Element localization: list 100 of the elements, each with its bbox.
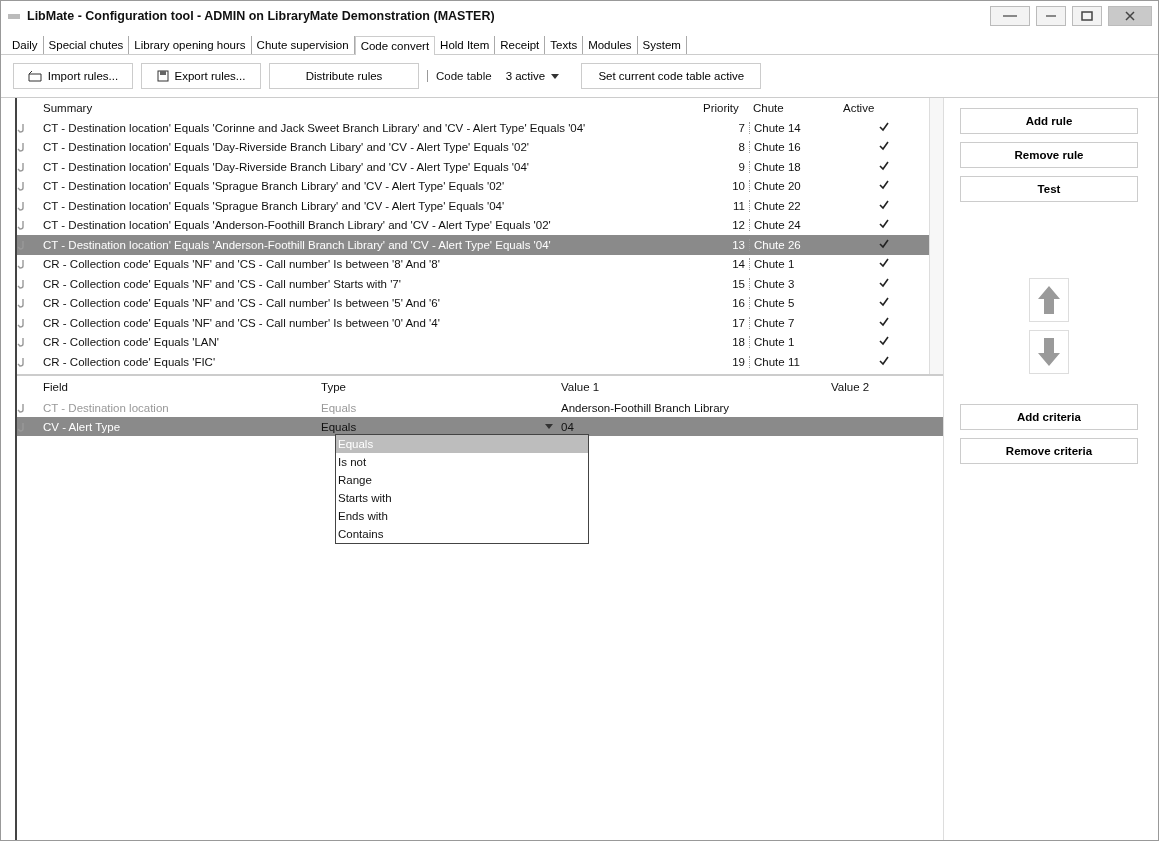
- tab[interactable]: Chute supervision: [251, 36, 355, 54]
- table-cell-text: 13: [731, 238, 746, 251]
- check-icon: [879, 160, 889, 171]
- criteria-button[interactable]: Add criteria: [960, 404, 1138, 430]
- dash-icon: [1003, 15, 1017, 17]
- table-cell-text: 17: [731, 316, 746, 329]
- table-cell: Chute 24: [749, 219, 839, 232]
- table-cell-text: CR - Collection code' Equals 'NF' and 'CS - Call number' Starts with '7': [42, 277, 402, 290]
- table-cell: Chute 22: [749, 199, 839, 212]
- tab[interactable]: Special chutes: [43, 36, 130, 54]
- table-cell-text: CT - Destination location' Equals 'Anderson-Foothill Branch Library' and 'CV - Alert Type' Equals '02': [42, 219, 552, 232]
- hook-icon: [17, 278, 25, 289]
- hook-icon: [17, 161, 25, 172]
- table-cell: Chute 16: [749, 141, 839, 154]
- table-cell-text: Anderson-Foothill Branch Library: [560, 401, 731, 414]
- table-cell-text: 15: [731, 277, 746, 290]
- tab[interactable]: Texts: [545, 36, 584, 54]
- window-title: LibMate - Configuration tool - ADMIN on LibraryMate Demonstration (MASTER): [27, 9, 496, 23]
- scrollbar[interactable]: [929, 98, 943, 374]
- move-up-button[interactable]: [1029, 278, 1069, 322]
- hook-icon: [17, 259, 25, 270]
- help-button[interactable]: [990, 6, 1030, 26]
- table-cell-text: 18: [731, 336, 746, 349]
- tab[interactable]: System: [637, 36, 687, 54]
- tab[interactable]: Receipt: [495, 36, 546, 54]
- minimize-button[interactable]: [1036, 6, 1066, 26]
- hook-icon: [17, 298, 25, 309]
- table-cell: Chute 1: [749, 336, 839, 349]
- hook-icon: [17, 421, 25, 432]
- type-dropdown[interactable]: Equals: [317, 417, 557, 436]
- hook-icon: [17, 200, 25, 211]
- move-down-button[interactable]: [1029, 330, 1069, 374]
- table-cell-text: Equals: [320, 401, 358, 414]
- column-header: Value 1: [560, 381, 601, 393]
- check-icon: [879, 180, 889, 191]
- caret-icon: [545, 424, 553, 429]
- export-button[interactable]: Export rules...: [141, 63, 261, 89]
- table-cell-text: 12: [731, 219, 746, 232]
- table-cell-text: 8: [737, 141, 746, 154]
- table-cell-text: CT - Destination location' Equals 'Corinne and Jack Sweet Branch Library' and 'CV - Alert Type' Equals '04': [42, 121, 587, 134]
- table-cell-text: CR - Collection code' Equals 'NF' and 'CS - Call number' Is between '8' And '8': [42, 258, 441, 271]
- hook-icon: [17, 220, 25, 231]
- tab[interactable]: Daily: [7, 36, 44, 54]
- table-cell-text: CR - Collection code' Equals 'NF' and 'CS - Call number' Is between '0' And '4': [42, 316, 441, 329]
- minimize-icon: [1046, 15, 1056, 17]
- table-cell-text: 9: [737, 160, 746, 173]
- column-header: Type: [320, 381, 347, 393]
- toolbar-button[interactable]: Distribute rules: [269, 63, 419, 89]
- rule-button[interactable]: Add rule: [960, 108, 1138, 134]
- hook-icon: [17, 356, 25, 367]
- hook-icon: [17, 239, 25, 250]
- table-cell-text: CR - Collection code' Equals 'FIC': [42, 355, 217, 368]
- import-button[interactable]: Import rules...: [13, 63, 133, 89]
- tab[interactable]: Hold Item: [435, 36, 496, 54]
- table-cell-text: CT - Destination location' Equals 'Anderson-Foothill Branch Library' and 'CV - Alert Type' Equals '04': [42, 238, 552, 251]
- table-cell-text: CT - Destination location: [42, 401, 170, 414]
- table-cell-text: 14: [731, 258, 746, 271]
- hook-icon: [17, 317, 25, 328]
- table-cell-text: CV - Alert Type: [42, 420, 122, 433]
- table-cell: Chute 11: [749, 355, 839, 368]
- criteria-button[interactable]: Remove criteria: [960, 438, 1138, 464]
- check-icon: [879, 277, 889, 288]
- column-header: Chute: [752, 102, 785, 114]
- tab[interactable]: Modules: [583, 36, 638, 54]
- table-cell-text: 04: [560, 420, 575, 433]
- close-button[interactable]: [1108, 6, 1152, 26]
- table-cell-text: CT - Destination location' Equals 'Day-Riverside Branch Libary' and 'CV - Alert Type' Equals '04': [42, 160, 531, 173]
- caret-icon: [551, 73, 560, 79]
- maximize-button[interactable]: [1072, 6, 1102, 26]
- table-cell-text: 10: [731, 180, 746, 193]
- column-header: Summary: [42, 102, 94, 114]
- table-cell: Chute 18: [749, 160, 839, 173]
- hook-icon: [17, 402, 25, 413]
- table-cell: Chute 26: [749, 238, 839, 251]
- table-cell: Chute 3: [749, 277, 839, 290]
- hook-icon: [17, 337, 25, 348]
- hook-icon: [17, 142, 25, 153]
- hook-icon: [17, 122, 25, 133]
- check-icon: [879, 258, 889, 269]
- check-icon: [879, 355, 889, 366]
- column-header: Priority: [702, 102, 740, 114]
- set-active-button[interactable]: Set current code table active: [581, 63, 762, 89]
- table-cell-text: 19: [731, 355, 746, 368]
- check-icon: [879, 199, 889, 210]
- tab[interactable]: Library opening hours: [129, 36, 252, 54]
- table-cell-text: CT - Destination location' Equals 'Sprague Branch Library' and 'CV - Alert Type' Equals '04': [42, 199, 506, 212]
- check-icon: [879, 297, 889, 308]
- check-icon: [879, 336, 889, 347]
- table-cell: Chute 1: [749, 258, 839, 271]
- table-cell-text: CR - Collection code' Equals 'NF' and 'CS - Call number' Is between '5' And '6': [42, 297, 441, 310]
- code-table-dropdown[interactable]: 3 active: [499, 69, 566, 83]
- rule-button[interactable]: Remove rule: [960, 142, 1138, 168]
- table-cell-text: 16: [731, 297, 746, 310]
- column-header: Field: [42, 381, 69, 393]
- tab[interactable]: Code convert: [354, 36, 436, 55]
- table-cell-text: CT - Destination location' Equals 'Sprague Branch Library' and 'CV - Alert Type' Equals '02': [42, 180, 506, 193]
- table-cell: Chute 7: [749, 316, 839, 329]
- check-icon: [879, 238, 889, 249]
- maximize-icon: [1081, 11, 1093, 21]
- rule-button[interactable]: Test: [960, 176, 1138, 202]
